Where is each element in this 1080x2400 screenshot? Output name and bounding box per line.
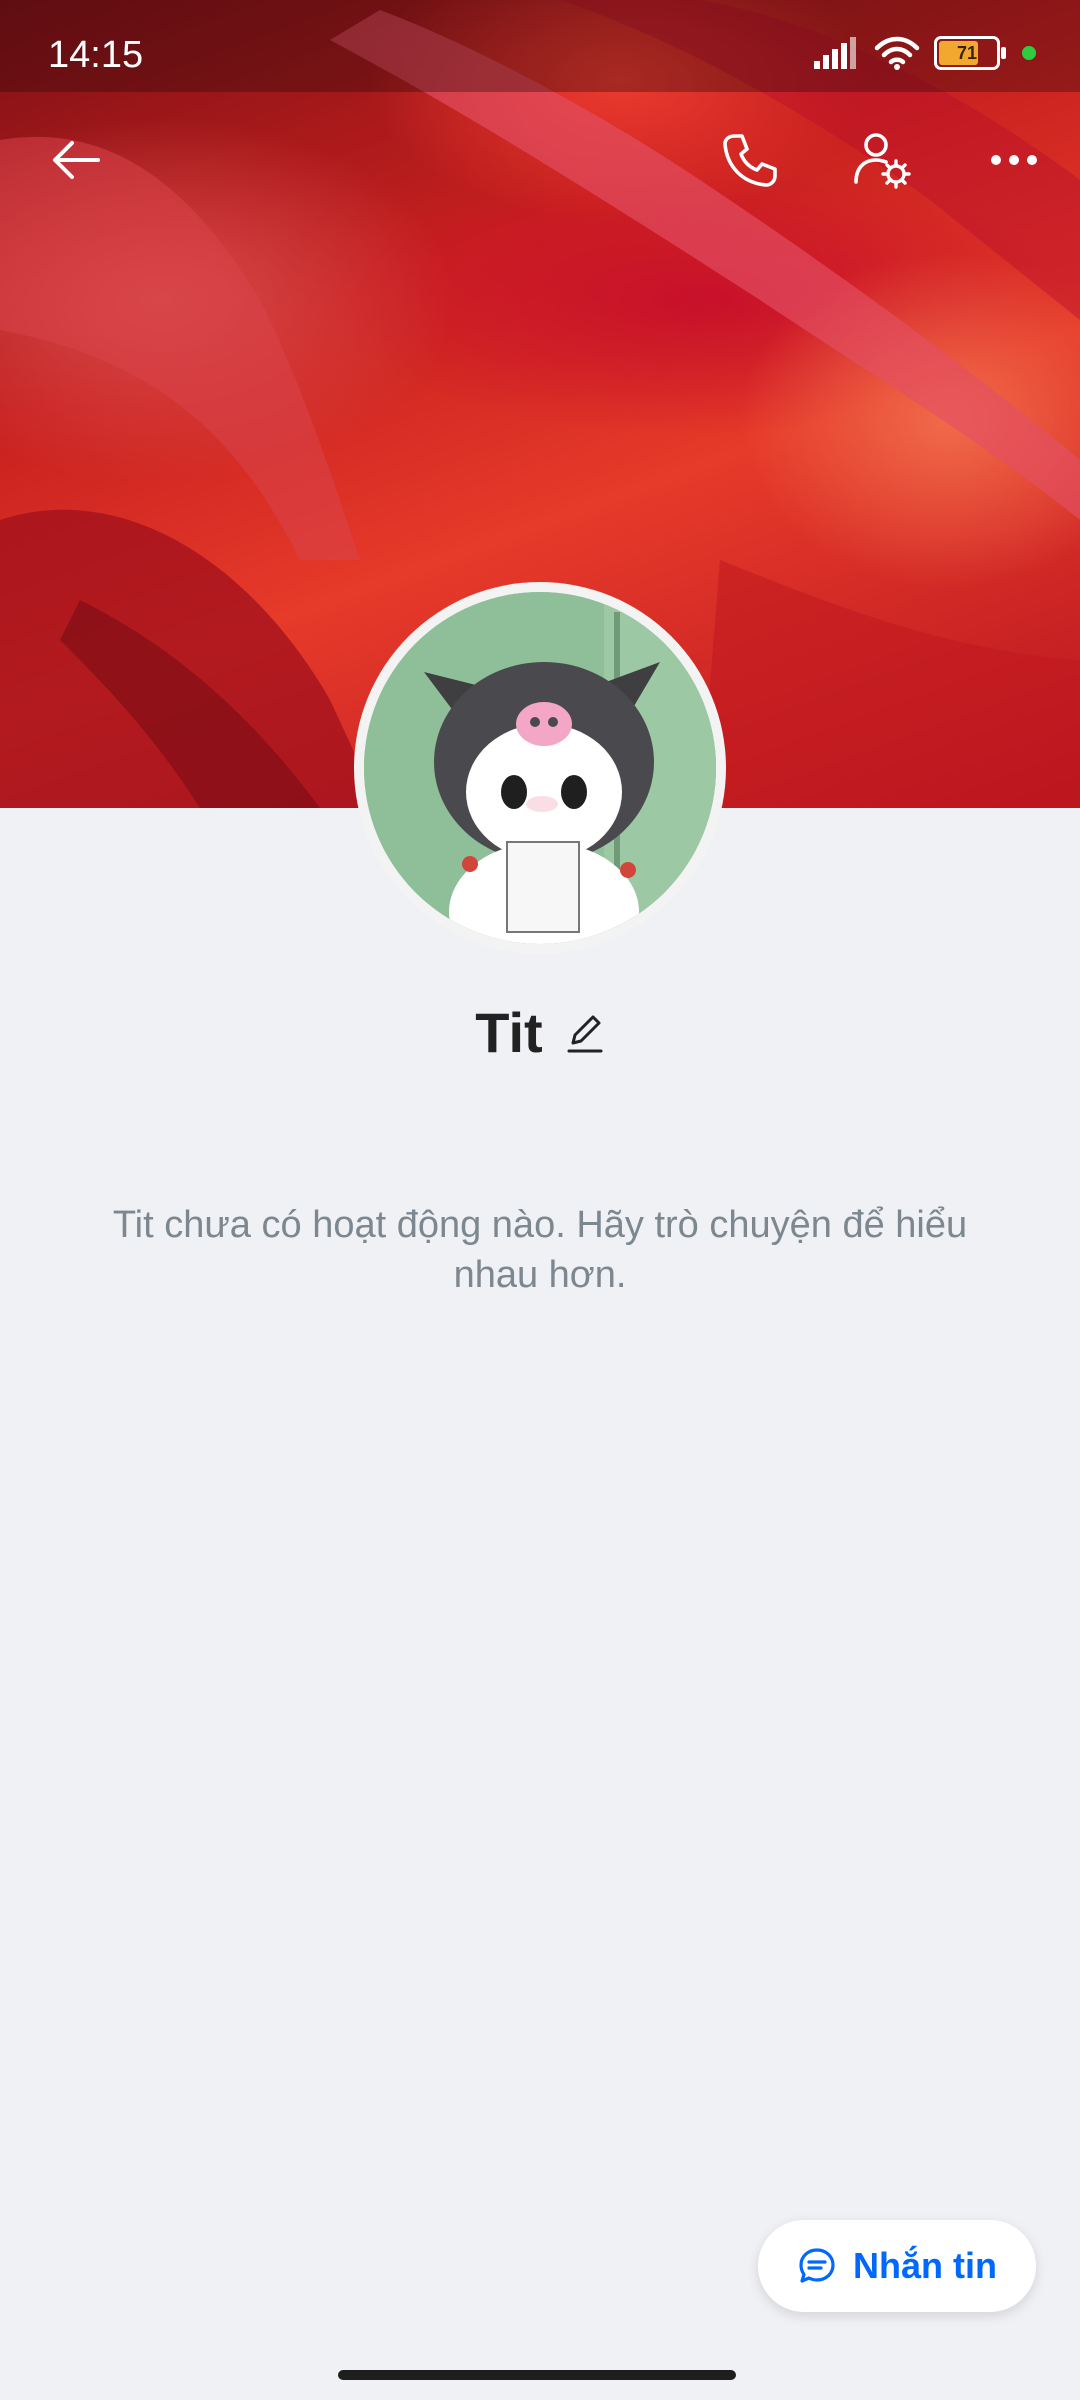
pencil-icon bbox=[567, 1015, 603, 1052]
avatar[interactable] bbox=[354, 582, 726, 954]
profile-settings-button[interactable] bbox=[842, 120, 922, 200]
more-dots-icon bbox=[991, 155, 1037, 165]
profile-screen: 14:15 71 Tit Tit chưa có hoạt động nào. … bbox=[0, 0, 1080, 2400]
status-bar: 14:15 71 bbox=[0, 0, 1080, 92]
kuromi-character-image bbox=[364, 592, 716, 944]
status-time: 14:15 bbox=[48, 34, 144, 76]
profile-name: Tit bbox=[475, 1001, 543, 1064]
more-button[interactable] bbox=[974, 120, 1054, 200]
empty-activity-message: Tit chưa có hoạt động nào. Hãy trò chuyệ… bbox=[112, 1204, 968, 1296]
edit-name-button[interactable] bbox=[565, 1011, 605, 1055]
arrow-left-icon bbox=[53, 141, 100, 179]
signal-icon bbox=[814, 37, 856, 69]
battery-indicator: 71 bbox=[934, 36, 1006, 70]
phone-icon bbox=[723, 134, 777, 187]
wifi-icon bbox=[874, 36, 920, 70]
status-icons: 71 bbox=[812, 36, 1036, 70]
user-gear-icon bbox=[854, 133, 911, 189]
message-button-label: Nhắn tin bbox=[853, 2245, 997, 2286]
profile-name-row: Tit bbox=[0, 1000, 1080, 1065]
message-button[interactable]: Nhắn tin bbox=[758, 2220, 1036, 2312]
back-button[interactable] bbox=[36, 120, 116, 200]
battery-percent: 71 bbox=[956, 42, 978, 63]
chat-bubble-icon bbox=[799, 2248, 835, 2283]
avatar-image bbox=[364, 592, 716, 944]
home-indicator[interactable] bbox=[338, 2370, 736, 2380]
call-button[interactable] bbox=[710, 120, 790, 200]
privacy-dot bbox=[1022, 46, 1036, 60]
